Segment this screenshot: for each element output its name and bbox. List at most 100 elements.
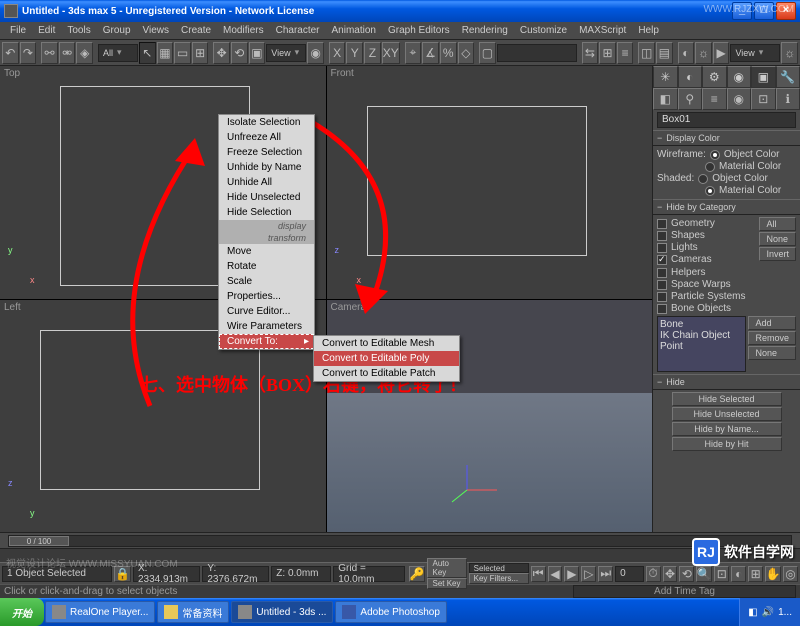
play-button[interactable]: ▶: [564, 566, 579, 582]
cm-unhide-all[interactable]: Unhide All: [219, 175, 314, 190]
cameras-check[interactable]: [657, 255, 667, 265]
menu-animation[interactable]: Animation: [326, 25, 382, 36]
wire-obj-radio[interactable]: [710, 150, 720, 160]
cm-wire-params[interactable]: Wire Parameters: [219, 319, 314, 334]
hierarchy-tab[interactable]: ⚙: [702, 66, 727, 88]
undo-button[interactable]: ↶: [2, 42, 19, 64]
nav-icon[interactable]: ◐: [731, 566, 746, 582]
restrict-xy-button[interactable]: XY: [382, 42, 400, 64]
lock-button[interactable]: 🔒: [114, 566, 131, 582]
unlink-button[interactable]: ⚮: [59, 42, 76, 64]
utilities-tab[interactable]: 🔧: [776, 66, 800, 88]
nav-icon[interactable]: ✋: [765, 566, 781, 582]
select-button[interactable]: ↖: [139, 42, 156, 64]
select-region-button[interactable]: ▭: [174, 42, 191, 64]
add-button[interactable]: Add: [748, 316, 796, 330]
task-folder[interactable]: 常备资料: [157, 601, 229, 623]
remove-button[interactable]: Remove: [748, 331, 796, 345]
cm-rotate[interactable]: Rotate: [219, 259, 314, 274]
nav-icon[interactable]: ⊡: [714, 566, 729, 582]
nav-icon[interactable]: 🔍: [696, 566, 712, 582]
trackview-button[interactable]: ▤: [656, 42, 673, 64]
display-tab[interactable]: ▣: [751, 66, 776, 88]
angle-snap-button[interactable]: ∡: [422, 42, 439, 64]
coord-y[interactable]: Y: 2376.672m: [202, 566, 269, 582]
hide-byhit-button[interactable]: Hide by Hit: [672, 437, 782, 451]
track-bar[interactable]: [0, 548, 800, 562]
coord-x[interactable]: X: 2334.913m: [133, 566, 200, 582]
bone-list[interactable]: Bone IK Chain Object Point: [657, 316, 746, 372]
cm-curve-editor[interactable]: Curve Editor...: [219, 304, 314, 319]
spinner-snap-button[interactable]: ◇: [458, 42, 475, 64]
keyfilters-button[interactable]: Key Filters...: [469, 573, 529, 584]
minimize-button[interactable]: _: [732, 2, 752, 20]
nav-icon[interactable]: ◎: [783, 566, 798, 582]
sub-icon[interactable]: ⚲: [678, 88, 703, 110]
named-sel-dropdown[interactable]: [497, 44, 577, 62]
menu-help[interactable]: Help: [632, 25, 665, 36]
shaded-obj-radio[interactable]: [698, 174, 708, 184]
selected-name-field[interactable]: Box01: [657, 112, 796, 128]
none-button[interactable]: None: [759, 232, 796, 246]
motion-tab[interactable]: ◉: [727, 66, 752, 88]
schematic-button[interactable]: ◫: [638, 42, 655, 64]
render-scene-button[interactable]: ☼: [695, 42, 712, 64]
restrict-x-button[interactable]: X: [329, 42, 346, 64]
sub-icon[interactable]: ◧: [653, 88, 678, 110]
render-type[interactable]: View: [730, 44, 780, 62]
task-3dsmax[interactable]: Untitled - 3ds ...: [231, 601, 333, 623]
start-button[interactable]: 开始: [0, 598, 44, 626]
viewport-front[interactable]: Front zx: [327, 66, 653, 299]
hide-byname-button[interactable]: Hide by Name...: [672, 422, 782, 436]
time-slider[interactable]: 0 / 100: [8, 535, 792, 547]
particles-check[interactable]: [657, 292, 667, 302]
selection-filter[interactable]: All: [98, 44, 138, 62]
render-last-button[interactable]: ☼: [781, 42, 798, 64]
menu-character[interactable]: Character: [270, 25, 326, 36]
cm-freeze-sel[interactable]: Freeze Selection: [219, 145, 314, 160]
time-config-button[interactable]: ⏱: [646, 566, 661, 582]
bind-button[interactable]: ◈: [76, 42, 93, 64]
link-button[interactable]: ⚯: [41, 42, 58, 64]
window-crossing-button[interactable]: ⊞: [192, 42, 209, 64]
lights-check[interactable]: [657, 243, 667, 253]
cm-move[interactable]: Move: [219, 244, 314, 259]
tray-icon[interactable]: 🔊: [762, 607, 774, 618]
rollout-hide[interactable]: Hide: [653, 374, 800, 390]
cm-isolate[interactable]: Isolate Selection: [219, 115, 314, 130]
rollout-display-color[interactable]: Display Color: [653, 130, 800, 146]
restrict-z-button[interactable]: Z: [364, 42, 381, 64]
sub-icon[interactable]: ◉: [727, 88, 752, 110]
snap-button[interactable]: ⌖: [405, 42, 422, 64]
keymode-icon[interactable]: 🔑: [409, 566, 426, 582]
nav-icon[interactable]: ✥: [663, 566, 678, 582]
goto-start-button[interactable]: ⏮: [531, 566, 546, 582]
cm-hide-unsel[interactable]: Hide Unselected: [219, 190, 314, 205]
maximize-button[interactable]: □: [754, 2, 774, 20]
modify-tab[interactable]: ◐: [678, 66, 703, 88]
mirror-button[interactable]: ⇆: [582, 42, 599, 64]
sub-icon[interactable]: ≡: [702, 88, 727, 110]
cm-unfreeze-all[interactable]: Unfreeze All: [219, 130, 314, 145]
material-editor-button[interactable]: ◐: [678, 42, 695, 64]
cm-convert-mesh[interactable]: Convert to Editable Mesh: [314, 336, 459, 351]
tray-icon[interactable]: ◧: [748, 607, 757, 618]
rollout-hide-category[interactable]: Hide by Category: [653, 199, 800, 215]
frame-field[interactable]: 0: [615, 566, 643, 582]
menu-file[interactable]: File: [4, 25, 32, 36]
move-button[interactable]: ✥: [213, 42, 230, 64]
menu-customize[interactable]: Customize: [514, 25, 573, 36]
helpers-check[interactable]: [657, 268, 667, 278]
nav-icon[interactable]: ⊞: [748, 566, 763, 582]
named-sel-button[interactable]: ▢: [479, 42, 496, 64]
goto-end-button[interactable]: ⏭: [598, 566, 613, 582]
cm-convert-patch[interactable]: Convert to Editable Patch: [314, 366, 459, 381]
menu-create[interactable]: Create: [175, 25, 217, 36]
scale-button[interactable]: ▣: [249, 42, 266, 64]
close-button[interactable]: ×: [776, 2, 796, 20]
menu-rendering[interactable]: Rendering: [456, 25, 514, 36]
autokey-button[interactable]: Auto Key: [427, 558, 466, 578]
system-tray[interactable]: ◧ 🔊 1...: [739, 598, 800, 626]
pivot-button[interactable]: ◉: [307, 42, 324, 64]
invert-button[interactable]: Invert: [759, 247, 796, 261]
